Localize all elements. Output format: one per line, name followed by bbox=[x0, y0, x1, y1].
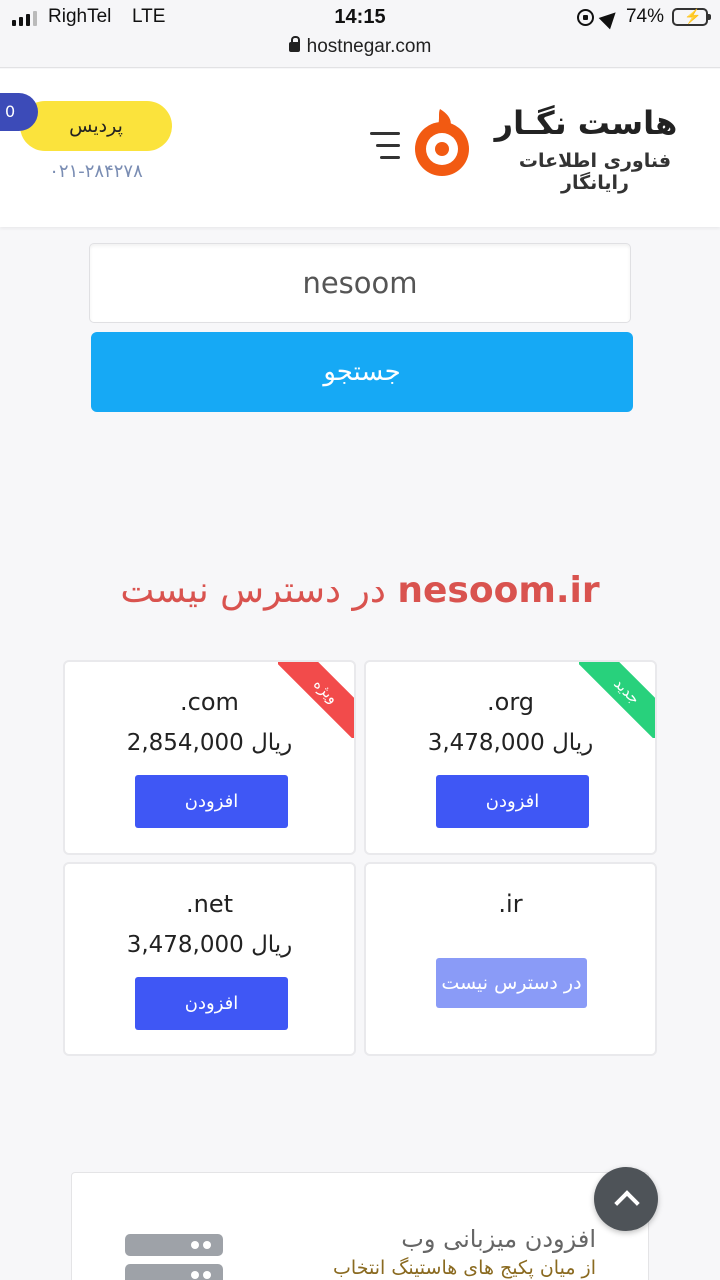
search-button[interactable]: جستجو bbox=[91, 332, 633, 412]
add-net-button[interactable]: افزودن bbox=[135, 977, 288, 1030]
carrier-name: RighTel bbox=[48, 6, 112, 27]
tld-label: .ir bbox=[498, 890, 523, 918]
tld-label: .org bbox=[487, 688, 534, 716]
domain-card-org: جدید .org ریال 3,478,000 افزودن bbox=[364, 660, 657, 855]
battery-percent: 74% bbox=[625, 6, 664, 27]
domain-card-com: ویژه .com ریال 2,854,000 افزودن bbox=[63, 660, 356, 855]
price-label: ریال 2,854,000 bbox=[126, 730, 293, 756]
lock-icon bbox=[288, 36, 300, 52]
domain-card-ir: .ir در دسترس نیست bbox=[364, 862, 657, 1056]
logo-subtitle: فناوری اطلاعات رایانگار bbox=[518, 150, 672, 194]
status-right-group: 74% ⚡ bbox=[576, 6, 711, 30]
unavailable-text: در دسترس نیست bbox=[120, 570, 386, 611]
add-org-button[interactable]: افزودن bbox=[436, 775, 589, 828]
add-com-button[interactable]: افزودن bbox=[135, 775, 288, 828]
domain-search-input[interactable] bbox=[89, 243, 631, 323]
domain-card-net: .net ریال 3,478,000 افزودن bbox=[63, 862, 356, 1056]
location-arrow-icon bbox=[598, 6, 622, 30]
server-icon bbox=[125, 1232, 223, 1280]
user-account-button[interactable]: پردیس bbox=[20, 101, 172, 151]
rotation-lock-icon bbox=[576, 8, 594, 26]
hamburger-menu-icon[interactable] bbox=[370, 130, 406, 164]
price-label: ریال 3,478,000 bbox=[427, 730, 594, 756]
signal-strength-icon bbox=[12, 10, 37, 26]
hostnegar-logo-icon[interactable] bbox=[410, 107, 474, 179]
cart-count-badge[interactable]: 0 bbox=[0, 93, 38, 131]
tld-label: .com bbox=[180, 688, 239, 716]
unavailable-button[interactable]: در دسترس نیست bbox=[436, 958, 587, 1008]
tld-label: .net bbox=[185, 890, 233, 918]
url-text: hostnegar.com bbox=[306, 36, 432, 57]
scroll-to-top-button[interactable] bbox=[594, 1167, 658, 1231]
address-bar[interactable]: hostnegar.com bbox=[0, 36, 720, 58]
hosting-title: افزودن میزبانی وب bbox=[401, 1225, 596, 1253]
battery-icon: ⚡ bbox=[672, 8, 711, 26]
hosting-description: از میان پکیج های هاستینگ انتخاب bbox=[333, 1257, 596, 1279]
availability-message: nesoom.ir در دسترس نیست bbox=[0, 570, 720, 611]
support-phone[interactable]: ۰۲۱-۲۸۴۲۷۸ bbox=[40, 161, 152, 182]
network-type: LTE bbox=[132, 6, 166, 27]
ios-status-bar: RighTel LTE 14:15 hostnegar.com 74% ⚡ bbox=[0, 0, 720, 68]
price-label: ریال 3,478,000 bbox=[126, 932, 293, 958]
logo-title: هاست نگـار bbox=[494, 104, 678, 142]
searched-domain: nesoom.ir bbox=[397, 570, 600, 611]
